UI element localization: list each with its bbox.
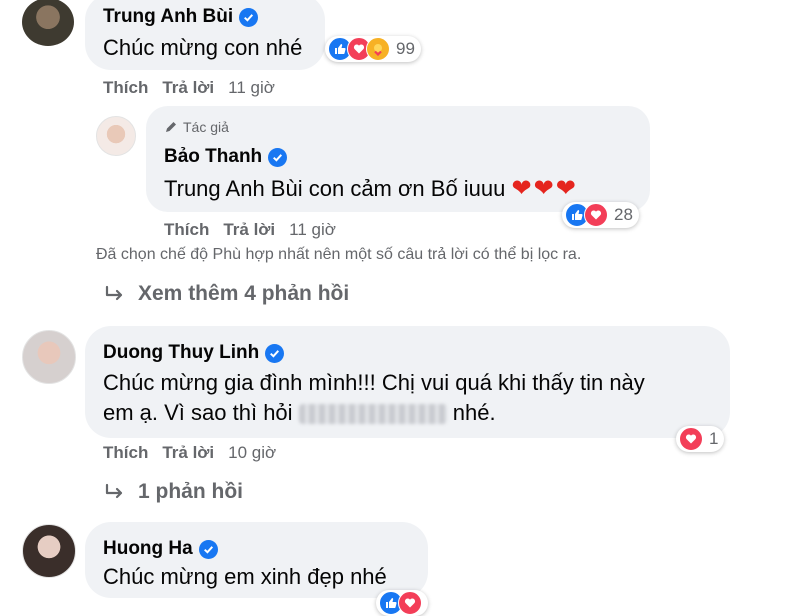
verified-badge-icon	[265, 343, 285, 363]
reaction-summary[interactable]: 1	[676, 426, 725, 452]
love-icon	[679, 427, 703, 451]
reply-actions: Thích Trả lời 11 giờ	[164, 220, 336, 240]
love-icon	[398, 591, 422, 615]
commenter-name[interactable]: Bảo Thanh	[164, 146, 288, 168]
replies-link[interactable]: 1 phản hồi	[104, 480, 243, 504]
comment-time[interactable]: 11 giờ	[228, 78, 275, 98]
comment-text-line-1: Chúc mừng gia đình mình!!! Chị vui quá k…	[103, 370, 645, 395]
care-icon	[366, 37, 390, 61]
reply-link[interactable]: Trả lời	[162, 78, 214, 98]
pen-icon	[166, 122, 176, 132]
comment-time[interactable]: 11 giờ	[289, 220, 336, 240]
hearts-emoji: ❤❤❤	[511, 175, 578, 202]
reply-link[interactable]: Trả lời	[162, 443, 214, 463]
comment-time[interactable]: 10 giờ	[228, 443, 276, 463]
avatar-bao-thanh[interactable]	[96, 116, 136, 156]
commenter-name[interactable]: Trung Anh Bùi	[103, 6, 259, 28]
reply-arrow-icon	[105, 285, 123, 301]
mention-tag[interactable]: Trung Anh Bùi	[164, 176, 303, 201]
love-icon	[584, 203, 608, 227]
reply-arrow-icon	[105, 483, 123, 499]
like-link[interactable]: Thích	[103, 443, 148, 463]
view-more-replies[interactable]: Xem thêm 4 phản hồi	[104, 282, 349, 306]
reaction-summary[interactable]: 28	[562, 202, 639, 228]
commenter-name[interactable]: Huong Ha	[103, 538, 218, 560]
like-link[interactable]: Thích	[103, 78, 148, 98]
comment-actions: Thích Trả lời 10 giờ	[103, 443, 276, 463]
blurred-mention	[298, 404, 447, 425]
reaction-summary[interactable]: 99	[325, 36, 421, 62]
comment-text: Chúc mừng con nhé	[103, 35, 303, 60]
reply-text: Trung Anh Bùi con cảm ơn Bố iuuu ❤❤❤	[164, 175, 578, 202]
reply-link[interactable]: Trả lời	[223, 220, 275, 240]
verified-badge-icon	[198, 539, 218, 559]
commenter-name[interactable]: Duong Thuy Linh	[103, 342, 285, 364]
reaction-summary[interactable]	[376, 590, 428, 616]
avatar-duong-thuy-linh[interactable]	[22, 330, 76, 384]
like-link[interactable]: Thích	[164, 220, 209, 240]
avatar-trung-anh-bui[interactable]	[22, 0, 74, 46]
reaction-count: 28	[614, 205, 633, 224]
verified-badge-icon	[268, 147, 288, 167]
verified-badge-icon	[239, 7, 259, 27]
reaction-count: 99	[396, 39, 415, 58]
comment-text-line-2: em ạ. Vì sao thì hỏi nhé.	[103, 400, 496, 425]
avatar-huong-ha[interactable]	[22, 524, 76, 578]
author-badge: Tác giả	[164, 119, 229, 135]
filter-notice: Đã chọn chế độ Phù hợp nhất nên một số c…	[96, 246, 582, 263]
comment-text: Chúc mừng em xinh đẹp nhé	[103, 564, 387, 589]
comment-actions: Thích Trả lời 11 giờ	[103, 78, 275, 98]
reaction-count: 1	[709, 429, 719, 448]
